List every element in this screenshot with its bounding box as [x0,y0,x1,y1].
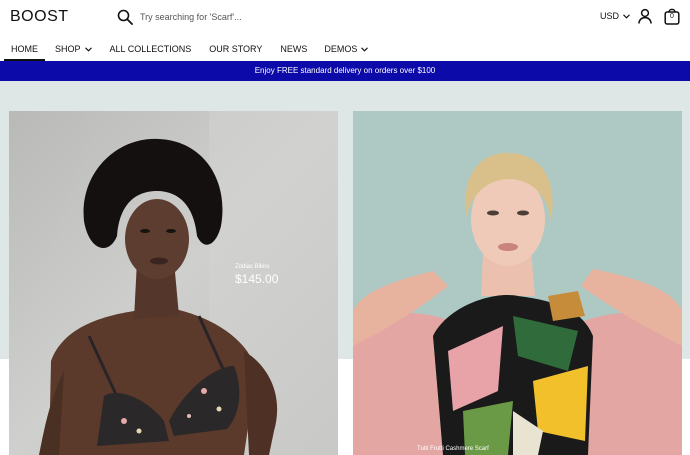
product-image [9,111,338,455]
currency-label: USD [600,11,620,21]
logo[interactable]: BOOST [10,8,69,26]
currency-selector[interactable]: USD [600,11,630,21]
nav-item-label: OUR STORY [209,44,263,54]
nav-item-news[interactable]: NEWS [280,40,307,58]
product-image [353,111,682,455]
nav-item-label: ALL COLLECTIONS [109,44,192,54]
product-card[interactable]: Zodiac Bikini $145.00 [9,111,338,455]
nav-item-our-story[interactable]: OUR STORY [209,40,262,58]
nav-item-label: DEMOS [324,44,358,54]
product-card[interactable]: Tutti Frutti Cashmere Scarf [353,111,682,455]
nav-item-all-collections[interactable]: ALL COLLECTIONS [110,40,192,58]
announcement-bar[interactable]: Enjoy FREE standard delivery on orders o… [0,61,690,81]
chevron-down-icon [623,13,630,19]
chevron-down-icon [361,46,369,52]
product-name: Tutti Frutti Cashmere Scarf [417,446,489,452]
product-name: Zodiac Bikini [235,264,270,270]
nav-item-label: HOME [11,44,38,54]
nav-item-home[interactable]: HOME [4,40,45,61]
nav-item-label: NEWS [280,44,308,54]
search-input[interactable] [140,12,260,22]
cart-count: 0 [670,13,674,20]
site-header: BOOST USD 0 HOME SHOP [0,0,690,61]
main-nav: HOME SHOP ALL COLLECTIONS OUR STORY NEWS… [0,40,369,61]
nav-item-demos[interactable]: DEMOS [324,40,369,58]
account-icon[interactable] [637,8,653,24]
chevron-down-icon [84,46,92,52]
product-price: $145.00 [235,272,279,286]
nav-item-label: SHOP [55,44,81,54]
search-icon[interactable] [117,9,133,25]
search-bar[interactable] [117,8,260,26]
cart-button[interactable]: 0 [664,7,680,25]
nav-item-shop[interactable]: SHOP [55,40,92,58]
